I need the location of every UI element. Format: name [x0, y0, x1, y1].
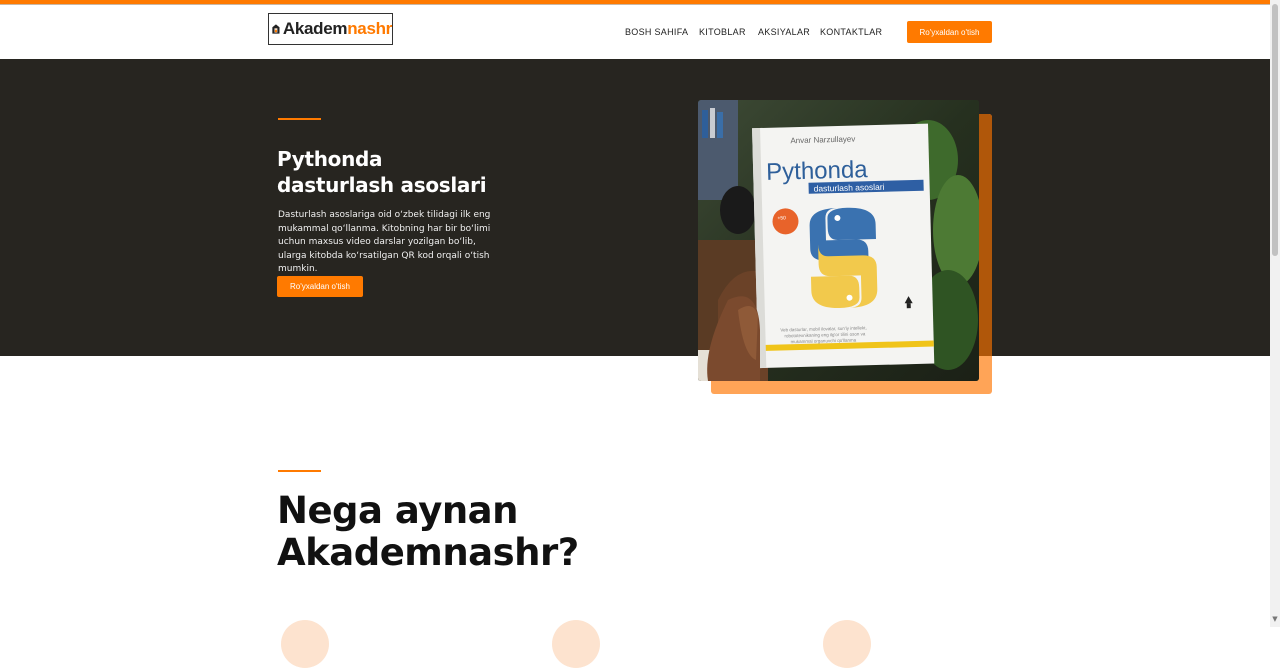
- book-photo-illustration: Anvar Narzullayev Pythonda dasturlash as…: [698, 100, 979, 381]
- book-cover-subtitle: dasturlash asoslari: [814, 182, 885, 194]
- logo-wordmark: Akademnashr: [283, 19, 392, 39]
- why-section-title: Nega aynan Akademnashr?: [277, 490, 677, 574]
- logo-text-dark: Akadem: [282, 19, 348, 38]
- hero-section: [0, 59, 1270, 356]
- python-logo-icon: [809, 207, 878, 308]
- nav-bosh-sahifa[interactable]: BOSH SAHIFA: [625, 27, 688, 37]
- hero-title-line2: dasturlash asoslari: [277, 173, 487, 197]
- svg-text:+50: +50: [777, 215, 786, 221]
- logo-house-icon: [272, 24, 280, 34]
- hero-title-line1: Pythonda: [277, 147, 383, 171]
- hero-register-button[interactable]: Ro'yxaldan o'tish: [277, 276, 363, 297]
- book-photo: Anvar Narzullayev Pythonda dasturlash as…: [698, 100, 979, 381]
- nav-kitoblar[interactable]: KITOBLAR: [699, 27, 746, 37]
- feature-icon-circle: [552, 620, 600, 668]
- header-register-button[interactable]: Ro'yxaldan o'tish: [907, 21, 992, 43]
- nav-aksiyalar[interactable]: AKSIYALAR: [758, 27, 810, 37]
- why-section-title-line2: Akademnashr?: [277, 531, 579, 574]
- logo-text-accent: nashr: [347, 19, 392, 38]
- book-cover-title: Pythonda: [766, 156, 869, 186]
- book-cover-author: Anvar Narzullayev: [790, 135, 855, 146]
- site-logo[interactable]: Akademnashr: [268, 13, 393, 45]
- section-accent-line: [278, 470, 321, 472]
- why-section-title-line1: Nega aynan: [277, 489, 519, 532]
- hero-description: Dasturlash asoslariga oid o‘zbek tilidag…: [278, 210, 491, 274]
- nav-kontaktlar[interactable]: KONTAKTLAR: [820, 27, 882, 37]
- feature-icon-circle: [281, 620, 329, 668]
- feature-icon-circle: [823, 620, 871, 668]
- hero-title: Pythonda dasturlash asoslari: [277, 146, 537, 198]
- scroll-down-arrow-icon[interactable]: ▼: [1271, 614, 1279, 624]
- site-header: Akademnashr BOSH SAHIFA KITOBLAR AKSIYAL…: [0, 5, 1270, 59]
- page-scrollbar-thumb[interactable]: [1272, 4, 1278, 256]
- hero-accent-line: [278, 118, 321, 120]
